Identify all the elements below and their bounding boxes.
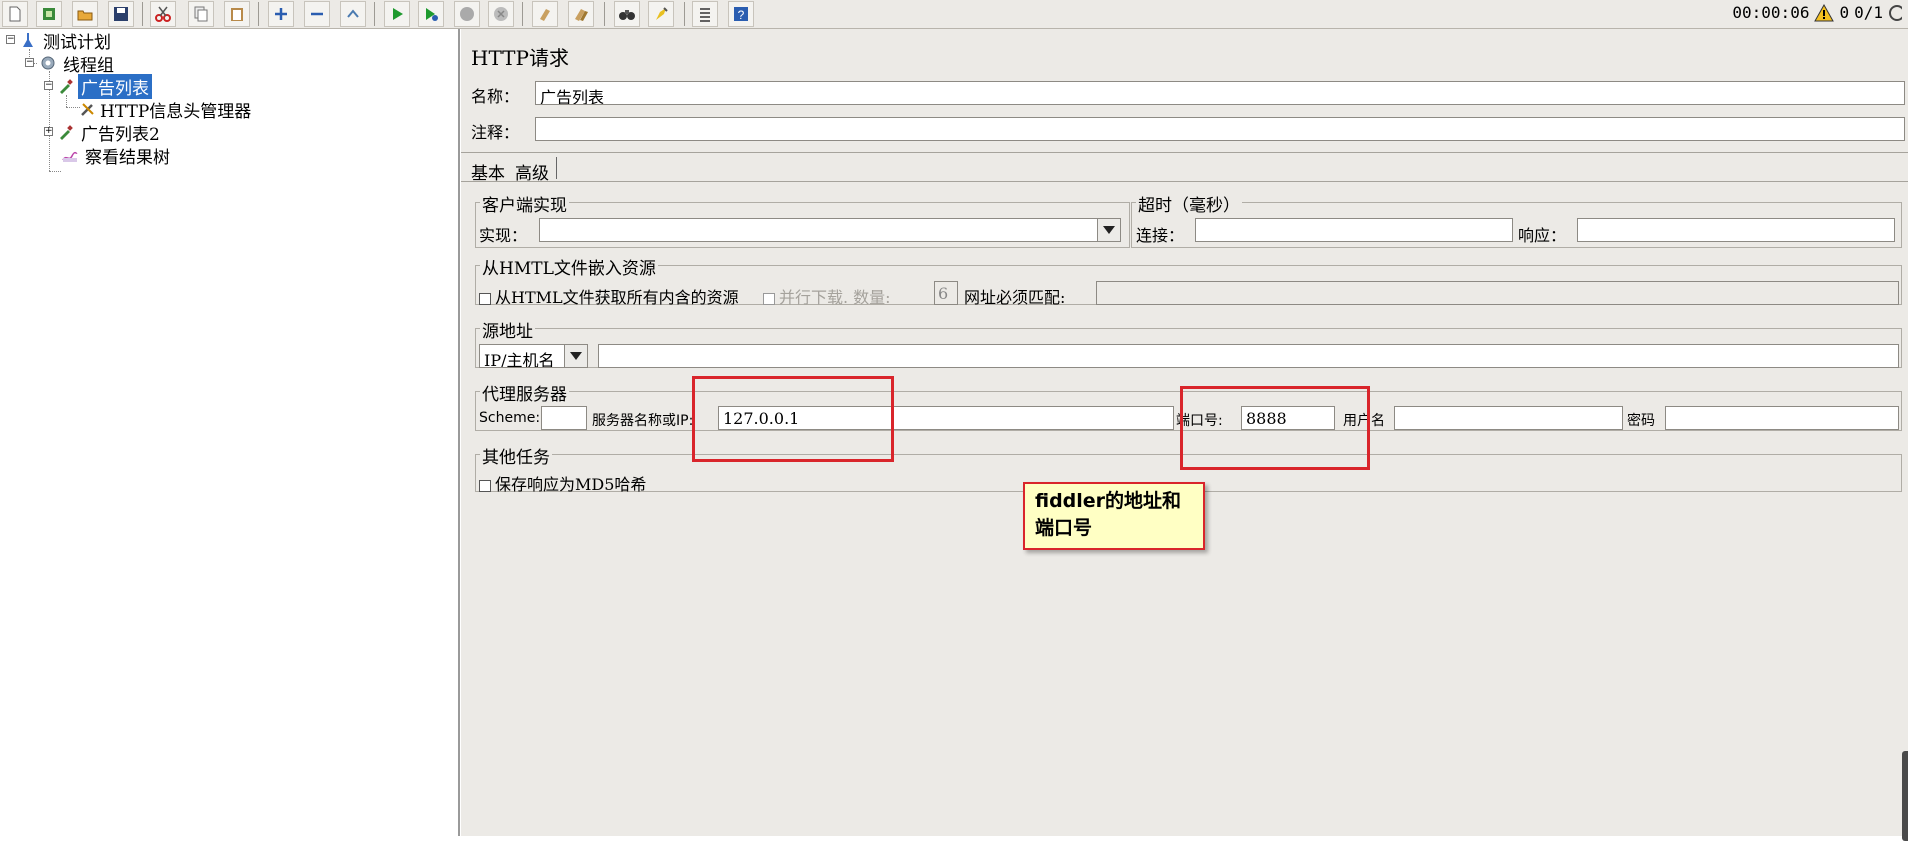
open-icon[interactable] [72, 1, 98, 27]
help-icon[interactable]: ? [728, 1, 754, 27]
wrench-icon [81, 103, 94, 116]
group-title: 源地址 [480, 317, 535, 342]
retrieve-all-label: 从HTML文件获取所有内含的资源 [495, 288, 739, 307]
chevron-down-icon[interactable] [1097, 219, 1120, 241]
tree-item-label: 察看结果树 [85, 147, 170, 168]
toggle-icon[interactable] [340, 1, 366, 27]
svg-text:?: ? [738, 8, 745, 22]
group-title: 从HMTL文件嵌入资源 [480, 254, 658, 279]
clear-icon[interactable] [532, 1, 558, 27]
connect-label: 连接： [1136, 226, 1185, 245]
gear-icon [41, 56, 55, 70]
start-no-pause-icon[interactable] [418, 1, 444, 27]
warning-icon[interactable] [1814, 3, 1835, 22]
url-match-field[interactable] [1096, 281, 1899, 305]
highlight-port [1180, 386, 1370, 470]
server-label: 服务器名称或IP: [592, 413, 694, 429]
parallel-count-field[interactable]: 6 [934, 281, 958, 305]
group-title: 超时（毫秒） [1136, 191, 1242, 216]
url-match-label: 网址必须匹配: [964, 288, 1066, 307]
chevron-down-icon[interactable] [564, 345, 587, 367]
checkbox-box[interactable] [763, 292, 775, 305]
name-label: 名称： [471, 87, 520, 106]
expand-toggle-ad-list[interactable]: − [44, 81, 53, 90]
status-area: 00:00:06 0 0/1 [1732, 3, 1902, 22]
clear-all-icon[interactable] [568, 1, 594, 27]
thread-count: 0/1 [1854, 3, 1883, 22]
name-field[interactable]: 广告列表 [535, 81, 1905, 105]
username-field[interactable] [1394, 406, 1623, 430]
response-timeout-field[interactable] [1577, 218, 1895, 242]
tree-item-label: 广告列表 [78, 73, 152, 99]
shutdown-icon[interactable] [488, 1, 514, 27]
search-icon[interactable] [614, 1, 640, 27]
implementation-label: 实现： [479, 226, 528, 245]
response-label: 响应： [1518, 226, 1567, 245]
password-field[interactable] [1665, 406, 1899, 430]
annotation-callout: fiddler的地址和 端口号 [1023, 482, 1205, 550]
save-md5-label: 保存响应为MD5哈希 [495, 475, 647, 494]
group-title: 客户端实现 [480, 191, 569, 216]
save-icon[interactable] [108, 1, 134, 27]
warning-count: 0 [1839, 3, 1850, 22]
paste-icon[interactable] [224, 1, 250, 27]
tree-item-ad-list-2[interactable]: 广告列表2 [58, 121, 163, 145]
scheme-field[interactable] [541, 406, 587, 430]
group-title: 代理服务器 [480, 380, 569, 405]
scrollbar-thumb[interactable] [1902, 751, 1908, 841]
tree-item-thread-group[interactable]: 线程组 [40, 52, 117, 76]
retrieve-all-checkbox[interactable]: 从HTML文件获取所有内含的资源 [479, 284, 739, 308]
tree-item-label: 广告列表2 [81, 124, 160, 145]
tree-item-ad-list[interactable]: 广告列表 [58, 73, 152, 99]
source-type-value: IP/主机名 [484, 351, 555, 368]
group-title: 其他任务 [480, 443, 552, 468]
expand-toggle-thread-group[interactable]: − [25, 58, 34, 67]
copy-icon[interactable] [188, 1, 214, 27]
checkbox-box[interactable] [479, 292, 491, 305]
annotation-line-1: fiddler的地址和 [1035, 490, 1182, 512]
parallel-download-label: 并行下载. 数量: [779, 288, 891, 307]
panel-title: HTTP请求 [471, 46, 569, 70]
checkbox-box[interactable] [479, 479, 491, 492]
expand-toggle-ad-list-2[interactable]: + [44, 127, 53, 136]
tree-item-view-results-tree[interactable]: 察看结果树 [62, 144, 173, 168]
tree-item-label: 测试计划 [43, 32, 111, 53]
templates-icon[interactable] [36, 1, 62, 27]
start-icon[interactable] [384, 1, 410, 27]
cut-icon[interactable] [150, 1, 176, 27]
toolbar: ? 00:00:06 0 0/1 [0, 0, 1908, 29]
splitter[interactable] [461, 152, 1908, 153]
expand-toggle-test-plan[interactable]: − [6, 35, 15, 44]
results-tree-icon [62, 151, 78, 162]
stop-icon[interactable] [454, 1, 480, 27]
elapsed-time: 00:00:06 [1732, 3, 1810, 22]
reset-search-icon[interactable] [648, 1, 674, 27]
tree-item-header-manager[interactable]: HTTP信息头管理器 [80, 98, 254, 122]
save-md5-checkbox[interactable]: 保存响应为MD5哈希 [479, 471, 646, 495]
tree-item-test-plan[interactable]: 测试计划 [20, 29, 114, 53]
parallel-download-checkbox[interactable]: 并行下载. 数量: [763, 284, 891, 308]
comment-field[interactable] [535, 117, 1905, 141]
implementation-select[interactable] [539, 218, 1121, 242]
pipette-icon [60, 79, 73, 94]
password-label: 密码 [1627, 413, 1655, 429]
remote-status-icon [1889, 4, 1902, 21]
connect-timeout-field[interactable] [1195, 218, 1513, 242]
function-helper-icon[interactable] [692, 1, 718, 27]
source-type-select[interactable]: IP/主机名 [479, 344, 588, 368]
tree-item-label: HTTP信息头管理器 [100, 101, 252, 122]
comment-label: 注释： [471, 123, 520, 142]
pipette-icon [60, 125, 73, 140]
new-icon[interactable] [2, 1, 28, 27]
scheme-label: Scheme: [479, 410, 541, 426]
highlight-server-address [692, 376, 894, 462]
tree-item-label: 线程组 [63, 55, 114, 76]
tab-separator [556, 157, 557, 179]
test-plan-tree: − 测试计划 − 线程组 − 广告列表 HTTP信息头管理器 + 广告列表2 察… [0, 29, 460, 836]
collapse-icon[interactable] [304, 1, 330, 27]
test-plan-icon [23, 33, 33, 47]
expand-icon[interactable] [268, 1, 294, 27]
source-address-field[interactable] [598, 344, 1899, 368]
annotation-line-2: 端口号 [1035, 517, 1093, 539]
